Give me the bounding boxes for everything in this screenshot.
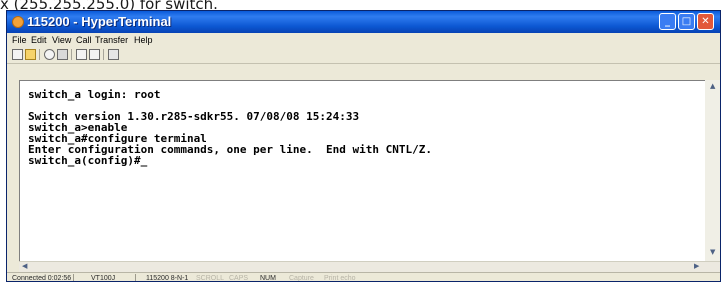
- status-caps: CAPS: [229, 275, 249, 282]
- status-scroll: SCROLL: [196, 275, 225, 282]
- menu-view[interactable]: View: [52, 34, 71, 46]
- phone-app-icon: [12, 16, 24, 28]
- status-capture: Capture: [289, 275, 314, 282]
- close-button[interactable]: ✕: [697, 13, 714, 30]
- vertical-scrollbar[interactable]: ▲ ▼: [705, 80, 720, 261]
- menu-call[interactable]: Call: [76, 34, 92, 46]
- status-separator: [135, 274, 136, 281]
- menu-transfer[interactable]: Transfer: [95, 34, 128, 46]
- scroll-right-icon[interactable]: ▶: [694, 262, 699, 271]
- status-print-echo: Print echo: [324, 275, 356, 282]
- terminal-screen[interactable]: switch_a login: root Switch version 1.30…: [19, 80, 720, 261]
- status-separator: [73, 274, 74, 281]
- status-emulation: VT100J: [91, 275, 116, 282]
- toolbar-separator: [103, 49, 104, 60]
- menu-file[interactable]: File: [12, 34, 27, 46]
- toolbar: [7, 47, 720, 64]
- title-bar[interactable]: 115200 - HyperTerminal _ □ ✕: [7, 11, 720, 33]
- status-port-settings: 115200 8-N-1: [146, 275, 189, 282]
- receive-icon[interactable]: [89, 49, 100, 60]
- open-icon[interactable]: [25, 49, 36, 60]
- minimize-button[interactable]: _: [659, 13, 676, 30]
- properties-icon[interactable]: [108, 49, 119, 60]
- scroll-up-icon[interactable]: ▲: [710, 82, 715, 91]
- toolbar-separator: [71, 49, 72, 60]
- menu-bar: File Edit View Call Transfer Help: [7, 33, 720, 47]
- scroll-left-icon[interactable]: ◀: [22, 262, 27, 271]
- menu-edit[interactable]: Edit: [31, 34, 47, 46]
- hyperterminal-window: 115200 - HyperTerminal _ □ ✕ File Edit V…: [6, 10, 721, 282]
- new-icon[interactable]: [12, 49, 23, 60]
- menu-help[interactable]: Help: [134, 34, 153, 46]
- maximize-button[interactable]: □: [678, 13, 695, 30]
- status-num: NUM: [260, 275, 276, 282]
- window-title: 115200 - HyperTerminal: [27, 14, 172, 29]
- toolbar-separator: [39, 49, 40, 60]
- send-icon[interactable]: [76, 49, 87, 60]
- status-connected-time: Connected 0:02:56: [12, 275, 72, 282]
- scroll-down-icon[interactable]: ▼: [710, 248, 715, 257]
- dial-icon[interactable]: [44, 49, 55, 60]
- terminal-line: switch_a(config)#_: [28, 154, 148, 167]
- disconnect-icon[interactable]: [57, 49, 68, 60]
- terminal-line: switch_a login: root: [28, 88, 161, 101]
- status-bar: Connected 0:02:56 VT100J 115200 8-N-1 SC…: [7, 272, 720, 282]
